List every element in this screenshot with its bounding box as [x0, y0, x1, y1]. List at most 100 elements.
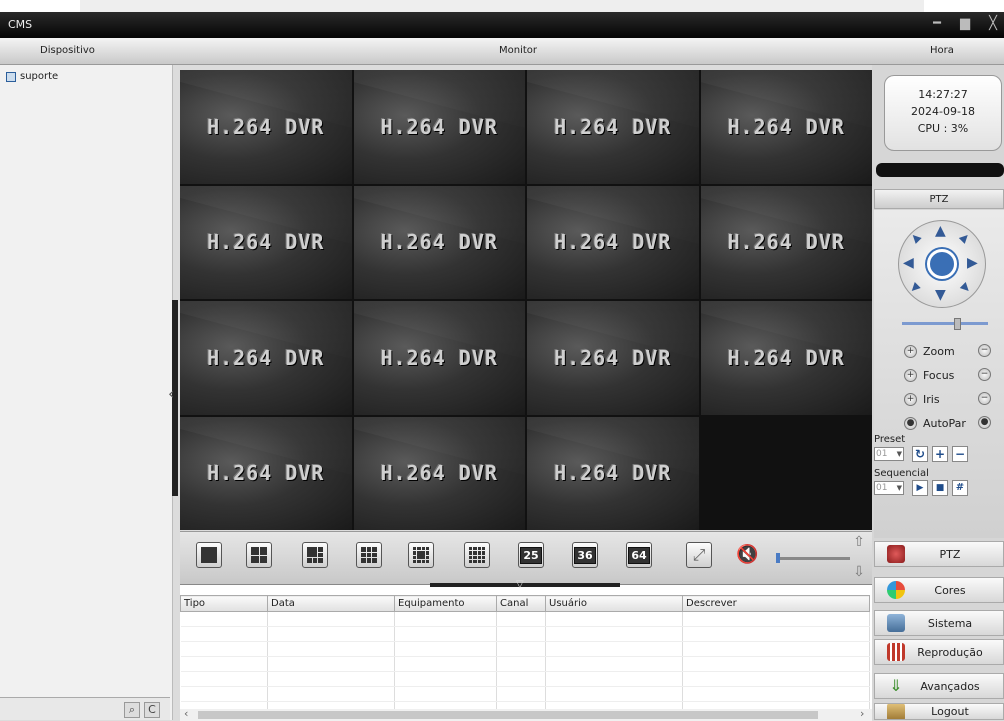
layout-10-button[interactable]	[408, 542, 434, 568]
ptz-direction-pad[interactable]: ▲ ▼ ◀ ▶ ▲ ▲ ▼ ▼	[898, 220, 986, 308]
menu-logout[interactable]: Logout	[874, 703, 1004, 720]
scroll-up-icon[interactable]: ⇧	[850, 534, 868, 550]
col-usuario[interactable]: Usuário	[545, 595, 683, 612]
preset-add-icon[interactable]: +	[932, 446, 948, 462]
video-channel-10[interactable]: H.264 DVR	[180, 301, 352, 415]
video-channel-8[interactable]: H.264 DVR	[527, 185, 699, 299]
log-resize-handle[interactable]: ▽	[430, 579, 620, 590]
video-channel-3[interactable]: H.264 DVR	[353, 70, 525, 184]
arrow-up-icon[interactable]: ▲	[935, 223, 946, 239]
table-row[interactable]	[180, 686, 870, 702]
panel-splitter[interactable]: ‹	[168, 300, 178, 496]
top-margin	[0, 0, 1004, 12]
stop-icon[interactable]: ■	[932, 480, 948, 496]
arrow-down-icon[interactable]: ▼	[935, 287, 946, 303]
zoom-in-button[interactable]: +	[904, 344, 917, 358]
app-title: CMS	[8, 18, 33, 31]
tree-item-suporte[interactable]: suporte	[6, 71, 58, 82]
table-row[interactable]	[180, 671, 870, 687]
menu-ptz[interactable]: PTZ	[874, 541, 1004, 567]
ptz-icon	[887, 545, 905, 563]
focus-in-button[interactable]: +	[904, 368, 917, 382]
video-channel-6[interactable]: H.264 DVR	[180, 185, 352, 299]
close-icon[interactable]: ╳	[986, 17, 1000, 31]
menu-cores[interactable]: Cores	[874, 577, 1004, 603]
col-equipamento[interactable]: Equipamento	[394, 595, 497, 612]
channel-watermark: H.264 DVR	[554, 461, 672, 486]
mute-icon[interactable]: 🔇	[736, 544, 758, 565]
layout-36-button[interactable]: 36	[572, 542, 598, 568]
video-channel-4[interactable]: H.264 DVR	[527, 70, 699, 184]
iris-out-button[interactable]: −	[978, 392, 991, 405]
zoom-out-button[interactable]: −	[978, 344, 991, 357]
control-panel: 14:27:27 2024-09-18 CPU : 3% PTZ ▲ ▼ ◀ ▶…	[872, 65, 1004, 720]
menu-avancados[interactable]: ⇓ Avançados	[874, 673, 1004, 699]
video-channel-15[interactable]: H.264 DVR	[353, 416, 525, 530]
table-row[interactable]	[180, 641, 870, 657]
channel-watermark: H.264 DVR	[554, 345, 672, 370]
col-tipo[interactable]: Tipo	[180, 595, 268, 612]
video-channel-12[interactable]: H.264 DVR	[527, 301, 699, 415]
video-grid: H.264 DVR H.264 DVR H.264 DVR H.264 DVR H.26…	[180, 70, 872, 530]
sequence-select[interactable]: 01	[874, 481, 904, 495]
search-icon[interactable]: ⌕	[124, 702, 140, 718]
table-row[interactable]	[180, 656, 870, 672]
logout-icon	[887, 704, 905, 719]
fullscreen-button[interactable]: ⤢	[686, 542, 712, 568]
menu-sistema[interactable]: Sistema	[874, 610, 1004, 636]
video-channel-16[interactable]: H.264 DVR	[527, 416, 699, 530]
layout-25-button[interactable]: 25	[518, 542, 544, 568]
focus-out-button[interactable]: −	[978, 368, 991, 381]
col-canal[interactable]: Canal	[496, 595, 546, 612]
section-header: Dispositivo Monitor Hora	[0, 38, 1004, 65]
layout-9-button[interactable]	[356, 542, 382, 568]
arrow-down-left-icon[interactable]: ▼	[908, 280, 923, 295]
volume-slider[interactable]	[776, 553, 850, 563]
layout-64-button[interactable]: 64	[626, 542, 652, 568]
layout-1-button[interactable]	[196, 542, 222, 568]
scroll-down-icon[interactable]: ⇩	[850, 564, 868, 580]
autopan-start-button[interactable]: ●	[904, 416, 917, 430]
ptz-speed-slider[interactable]	[902, 318, 988, 330]
video-channel-5[interactable]: H.264 DVR	[700, 70, 872, 184]
grid-icon[interactable]: #	[952, 480, 968, 496]
autopan-stop-button[interactable]: ●	[978, 416, 991, 429]
play-icon[interactable]: ▶	[912, 480, 928, 496]
video-channel-13[interactable]: H.264 DVR	[700, 301, 872, 415]
maximize-icon[interactable]: ▆	[958, 17, 972, 31]
iris-in-button[interactable]: +	[904, 392, 917, 406]
ptz-center-button[interactable]	[927, 249, 957, 279]
layout-4-button[interactable]	[246, 542, 272, 568]
layout-16-button[interactable]	[464, 542, 490, 568]
col-data[interactable]: Data	[267, 595, 395, 612]
minimize-icon[interactable]: ━	[930, 17, 944, 31]
video-channel-9[interactable]: H.264 DVR	[700, 185, 872, 299]
refresh-icon[interactable]: C	[144, 702, 160, 718]
collapse-arrow-icon[interactable]: ‹	[168, 384, 174, 403]
tree-item-label: suporte	[20, 71, 59, 82]
preset-goto-icon[interactable]: ↻	[912, 446, 928, 462]
video-channel-2[interactable]: H.264 DVR	[180, 70, 352, 184]
col-descrever[interactable]: Descrever	[682, 595, 870, 612]
menu-reproducao[interactable]: Reprodução	[874, 639, 1004, 665]
preset-select[interactable]: 01	[874, 447, 904, 461]
table-row[interactable]	[180, 626, 870, 642]
preset-remove-icon[interactable]: −	[952, 446, 968, 462]
channel-watermark: H.264 DVR	[380, 114, 498, 139]
layout-6-button[interactable]	[302, 542, 328, 568]
video-channel-11[interactable]: H.264 DVR	[353, 301, 525, 415]
focus-label: Focus	[923, 368, 955, 382]
arrow-up-right-icon[interactable]: ▲	[958, 230, 973, 245]
scroll-left-icon: ‹	[184, 707, 189, 720]
arrow-up-left-icon[interactable]: ▲	[908, 230, 923, 245]
table-row[interactable]	[180, 611, 870, 627]
video-channel-7[interactable]: H.264 DVR	[353, 185, 525, 299]
arrow-down-right-icon[interactable]: ▼	[958, 280, 973, 295]
arrow-left-icon[interactable]: ◀	[903, 255, 914, 271]
horizontal-scrollbar[interactable]: ‹ ›	[180, 707, 872, 721]
arrow-right-icon[interactable]: ▶	[967, 255, 978, 271]
title-bar: CMS ━ ▆ ╳	[0, 12, 1004, 38]
channel-watermark: H.264 DVR	[207, 114, 325, 139]
autopan-label: AutoPar	[923, 416, 966, 430]
video-channel-14[interactable]: H.264 DVR	[180, 416, 352, 530]
